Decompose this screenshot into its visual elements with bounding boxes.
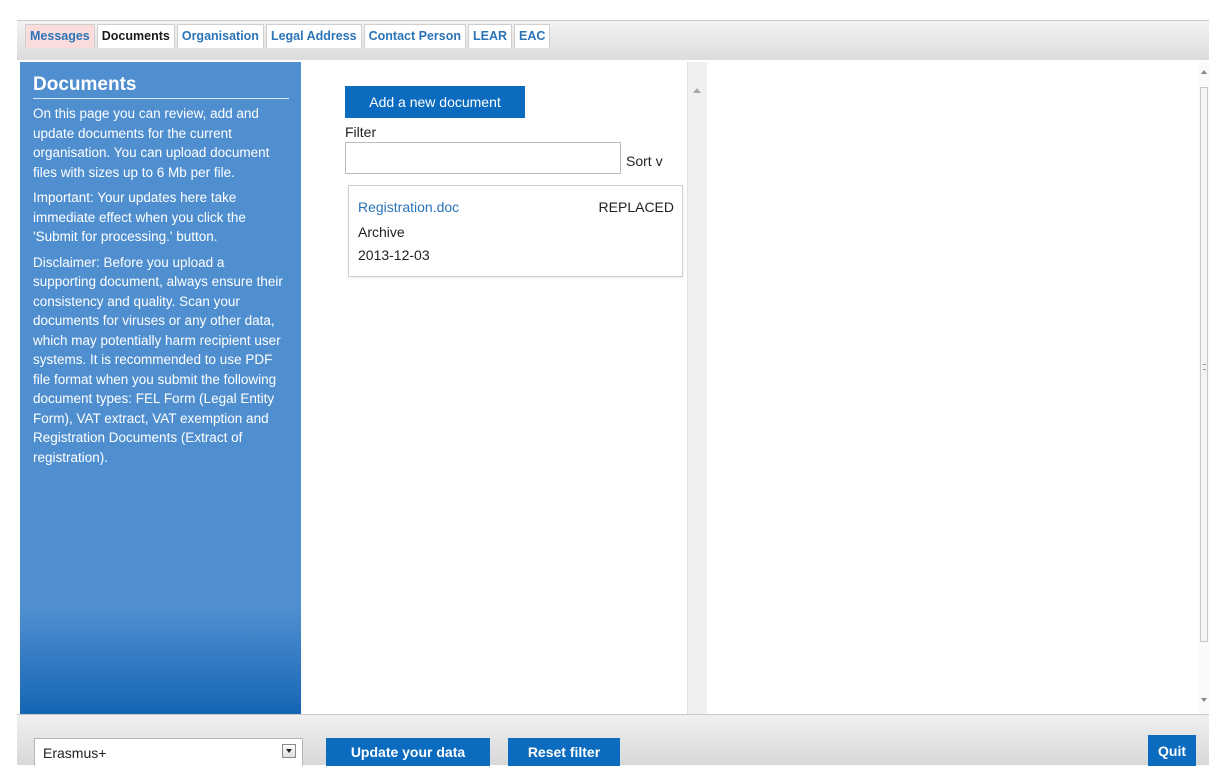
tab-lear[interactable]: LEAR — [468, 24, 513, 48]
tab-legal-address[interactable]: Legal Address — [265, 24, 362, 48]
tab-documents[interactable]: Documents — [96, 24, 175, 48]
filter-input[interactable] — [345, 142, 621, 174]
document-type: Archive — [358, 224, 405, 240]
tab-organisation[interactable]: Organisation — [176, 24, 264, 48]
scroll-down-arrow-icon[interactable] — [1201, 698, 1207, 702]
info-panel: Documents On this page you can review, a… — [20, 62, 301, 714]
scroll-up-arrow-icon[interactable] — [693, 88, 701, 93]
info-paragraph-intro: On this page you can review, add and upd… — [33, 106, 270, 180]
bottom-toolbar: Erasmus+ Update your data Reset filter Q… — [17, 714, 1209, 766]
update-data-button[interactable]: Update your data — [326, 738, 490, 766]
add-document-button[interactable]: Add a new document — [345, 86, 525, 118]
sort-dropdown[interactable]: Sort v — [626, 153, 663, 169]
app-frame: Messages Documents Organisation Legal Ad… — [17, 12, 1209, 766]
tab-eac[interactable]: EAC — [514, 24, 551, 48]
program-select-value: Erasmus+ — [43, 745, 107, 761]
chevron-down-icon[interactable] — [282, 744, 296, 758]
tab-bar: Messages Documents Organisation Legal Ad… — [17, 20, 1209, 60]
tab-contact-person[interactable]: Contact Person — [363, 24, 467, 48]
tab-list: Messages Documents Organisation Legal Ad… — [25, 24, 552, 48]
documents-scrollbar[interactable] — [687, 62, 707, 714]
document-status: REPLACED — [598, 199, 674, 215]
info-paragraph-disclaimer: Disclaimer: Before you upload a supporti… — [33, 254, 283, 465]
documents-list-panel: Add a new document Filter Sort v Registr… — [301, 62, 687, 714]
program-select[interactable]: Erasmus+ — [34, 738, 303, 766]
page-scrollbar[interactable] — [1199, 62, 1209, 714]
filter-label: Filter — [345, 124, 377, 140]
tab-messages[interactable]: Messages — [25, 24, 95, 48]
scroll-up-arrow-icon[interactable] — [1201, 70, 1207, 74]
reset-filter-button[interactable]: Reset filter — [508, 738, 620, 766]
info-paragraph-important: Important: Your updates here take immedi… — [33, 190, 246, 244]
info-panel-title: Documents — [33, 74, 289, 99]
quit-button[interactable]: Quit — [1148, 735, 1196, 766]
document-date: 2013-12-03 — [358, 247, 430, 263]
document-name-link[interactable]: Registration.doc — [358, 199, 459, 215]
document-card[interactable]: Registration.doc REPLACED Archive 2013-1… — [348, 185, 683, 277]
scrollbar-thumb[interactable] — [1200, 87, 1208, 642]
document-detail-pane — [707, 62, 1199, 714]
grip-icon — [1203, 364, 1206, 370]
